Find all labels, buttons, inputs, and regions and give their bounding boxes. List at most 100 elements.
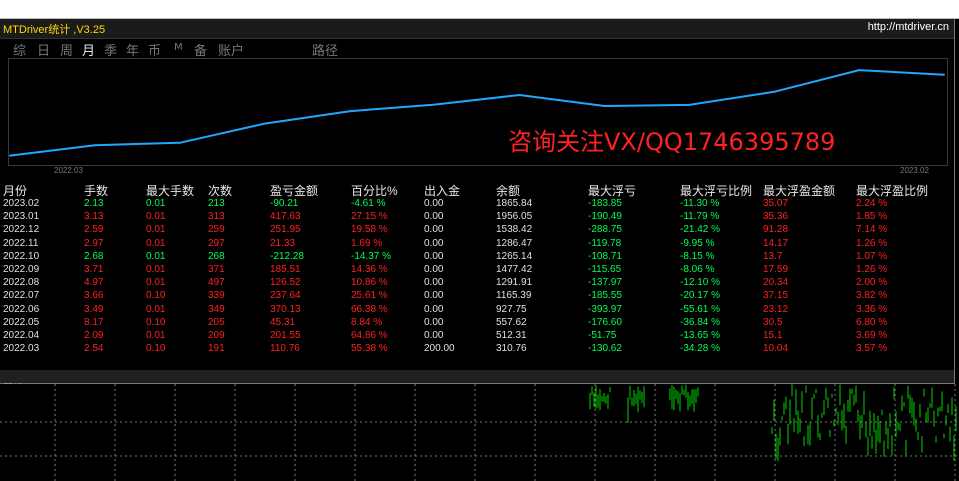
nav-tab-8[interactable]: 备 bbox=[194, 40, 207, 59]
table-row-cell: 310.76 bbox=[496, 343, 527, 355]
nav-tab-2[interactable]: 周 bbox=[60, 40, 73, 59]
balance-point bbox=[688, 103, 691, 106]
table-row-cell: 21.33 bbox=[270, 237, 296, 249]
table-row-cell: 2023.02 bbox=[3, 198, 40, 209]
table-row-cell: -176.60 bbox=[588, 316, 622, 328]
table-row-cell: -36.84 % bbox=[680, 316, 721, 328]
column-header: 出入金 bbox=[424, 184, 461, 198]
table-row-cell: 3.66 bbox=[84, 290, 104, 302]
table-row-cell: 35.07 bbox=[763, 198, 789, 209]
table-row-cell: 3.69 % bbox=[856, 330, 888, 341]
table-row-cell: 8.84 % bbox=[351, 316, 383, 328]
table-row-cell: 10.04 bbox=[763, 343, 789, 355]
table-row-cell: 110.76 bbox=[270, 343, 300, 355]
balance-point bbox=[433, 103, 436, 106]
table-row-cell: -115.65 bbox=[588, 264, 622, 275]
table-row-cell: 7.14 % bbox=[856, 224, 888, 236]
column-header: 余额 bbox=[496, 184, 521, 198]
table-row-cell: 417.63 bbox=[270, 211, 301, 223]
nav-tab-6[interactable]: 币 bbox=[148, 40, 161, 59]
website-link[interactable]: http://mtdriver.cn bbox=[868, 21, 949, 33]
table-row-cell: 35.36 bbox=[763, 211, 789, 223]
nav-tab-7[interactable]: M bbox=[174, 42, 183, 53]
table-row-cell: 17.59 bbox=[763, 264, 789, 275]
table-row-cell: 27.15 % bbox=[351, 211, 388, 223]
table-row-cell: 0.10 bbox=[146, 290, 166, 302]
table-row-cell: 14.17 bbox=[763, 237, 789, 249]
nav-tab-10[interactable]: 路径 bbox=[312, 40, 338, 59]
table-row-cell: 64.86 % bbox=[351, 330, 388, 341]
table-row-cell: 1.69 % bbox=[351, 237, 383, 249]
table-row-cell: 0.00 bbox=[424, 316, 444, 328]
table-row-cell: 2.97 bbox=[84, 237, 104, 249]
nav-tab-9[interactable]: 账户 bbox=[218, 40, 244, 59]
x-axis-end-label: 2023.02 bbox=[900, 166, 929, 175]
table-row-cell: 0.00 bbox=[424, 198, 444, 209]
table-row-cell: 2.24 % bbox=[856, 198, 888, 209]
table-row-cell: 201.55 bbox=[270, 330, 301, 341]
column-header: 手数 bbox=[84, 184, 109, 198]
table-row-cell: 209 bbox=[208, 330, 225, 341]
table-row-cell: -185.55 bbox=[588, 290, 622, 302]
table-row-cell: 91.28 bbox=[763, 224, 789, 236]
nav-tab-3[interactable]: 月 bbox=[82, 40, 95, 59]
table-row-cell: -137.97 bbox=[588, 277, 622, 289]
table-row-cell: -183.85 bbox=[588, 198, 622, 209]
table-row-cell: -14.37 % bbox=[351, 250, 392, 262]
table-row-cell: 497 bbox=[208, 277, 225, 289]
balance-point bbox=[178, 141, 181, 144]
balance-point bbox=[603, 105, 606, 108]
table-row-cell: 0.10 bbox=[146, 343, 166, 355]
table-row-cell: 3.57 % bbox=[856, 343, 888, 355]
table-row-cell: -108.71 bbox=[588, 250, 622, 262]
table-row-cell: 0.00 bbox=[424, 290, 444, 302]
table-row-cell: 2022.07 bbox=[3, 290, 40, 302]
table-row-cell: 268 bbox=[208, 250, 225, 262]
table-row-cell: -8.06 % bbox=[680, 264, 715, 275]
table-row-cell: 2022.08 bbox=[3, 277, 40, 289]
table-row-cell: -8.15 % bbox=[680, 250, 715, 262]
table-row-cell: 2.59 bbox=[84, 224, 104, 236]
table-row-cell: 205 bbox=[208, 316, 225, 328]
x-axis-start-label: 2022.03 bbox=[54, 166, 83, 175]
table-row-cell: 0.01 bbox=[146, 211, 166, 223]
table-row-cell: 2022.06 bbox=[3, 303, 40, 315]
table-row-cell: 3.36 % bbox=[856, 303, 888, 315]
table-row-cell: 20.34 bbox=[763, 277, 789, 289]
table-row-cell: 1.85 % bbox=[856, 211, 888, 223]
table-row-cell: 0.10 bbox=[146, 316, 166, 328]
table-row-cell: 2.54 bbox=[84, 343, 104, 355]
table-row-cell: 45.31 bbox=[270, 316, 296, 328]
table-row-cell: 2022.05 bbox=[3, 316, 40, 328]
column-header: 最大浮盈金额 bbox=[763, 184, 836, 198]
table-row-cell: 1.26 % bbox=[856, 237, 888, 249]
table-row-cell: 2022.04 bbox=[3, 330, 40, 341]
table-row-cell: 2022.11 bbox=[3, 237, 39, 249]
nav-tab-4[interactable]: 季 bbox=[104, 40, 117, 59]
nav-tab-1[interactable]: 日 bbox=[37, 40, 50, 59]
table-row-cell: 2022.03 bbox=[3, 343, 40, 355]
table-row-cell: 1265.14 bbox=[496, 250, 533, 262]
table-row-cell: -11.30 % bbox=[680, 198, 720, 209]
nav-tab-5[interactable]: 年 bbox=[126, 40, 139, 59]
table-row-cell: -12.10 % bbox=[680, 277, 721, 289]
table-row-cell: 13.7 bbox=[763, 250, 783, 262]
table-row-cell: 1165.39 bbox=[496, 290, 532, 302]
price-chart-grid bbox=[0, 384, 959, 481]
table-row-cell: -55.61 % bbox=[680, 303, 721, 315]
column-header: 最大浮亏 bbox=[588, 184, 637, 198]
table-row-cell: 1.26 % bbox=[856, 264, 888, 275]
table-row-cell: 1.07 % bbox=[856, 250, 888, 262]
table-row-cell: -51.75 bbox=[588, 330, 617, 341]
column-header: 最大浮亏比例 bbox=[680, 184, 753, 198]
table-row-cell: 259 bbox=[208, 224, 225, 236]
balance-point bbox=[943, 73, 945, 76]
table-row-cell: 14.36 % bbox=[351, 264, 388, 275]
table-row-cell: -212.28 bbox=[270, 250, 304, 262]
table-row-cell: 55.38 % bbox=[351, 343, 388, 355]
table-row-cell: 0.00 bbox=[424, 303, 444, 315]
nav-tab-0[interactable]: 综 bbox=[13, 40, 26, 59]
top-strip bbox=[0, 0, 959, 19]
table-row-cell: 2.68 bbox=[84, 250, 104, 262]
table-row-cell: 2.13 bbox=[84, 198, 104, 209]
